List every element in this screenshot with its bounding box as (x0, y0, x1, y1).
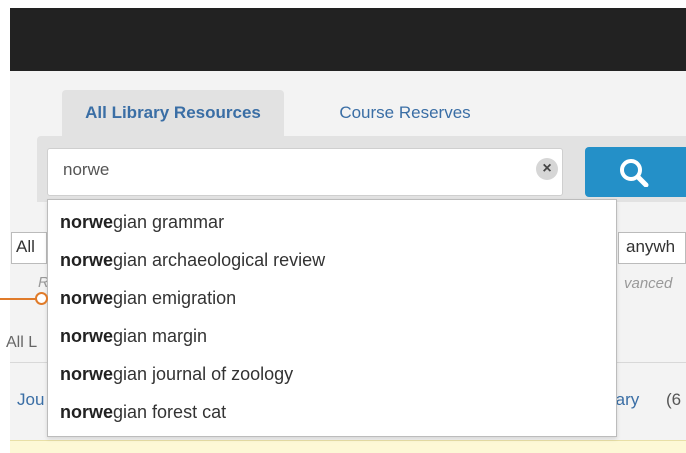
suggestion-item[interactable]: norwegian archaeological review (60, 250, 325, 271)
clear-icon[interactable]: × (536, 158, 558, 180)
annotation-pointer-line (0, 298, 36, 300)
advanced-search-link[interactable]: vanced (624, 275, 672, 292)
left-gutter (0, 0, 10, 452)
autocomplete-dropdown: norwegian grammar norwegian archaeologic… (47, 199, 617, 437)
notice-strip (10, 440, 686, 453)
library-count: (6 (666, 390, 682, 409)
search-button[interactable] (585, 147, 686, 197)
tab-course-reserves[interactable]: Course Reserves (310, 90, 500, 136)
suggestion-item[interactable]: norwegian emigration (60, 288, 236, 309)
scope-select-label: All (16, 237, 35, 256)
suggestion-item[interactable]: norwegian margin (60, 326, 207, 347)
suggestion-item[interactable]: norwegian forest cat (60, 402, 226, 423)
results-scope-label: All L (6, 334, 38, 351)
top-header-bar (10, 8, 686, 71)
search-icon (620, 159, 649, 187)
search-input[interactable] (47, 148, 563, 196)
tab-all-library-resources[interactable]: All Library Resources (62, 90, 284, 136)
field-select-label: anywh (626, 237, 676, 256)
search-input-value: norwe (63, 160, 110, 179)
journals-tab[interactable]: Jou (17, 390, 44, 410)
annotation-pointer-dot (35, 292, 48, 305)
suggestion-item[interactable]: norwegian grammar (60, 212, 224, 233)
suggestion-item[interactable]: norwegian journal of zoology (60, 364, 293, 385)
